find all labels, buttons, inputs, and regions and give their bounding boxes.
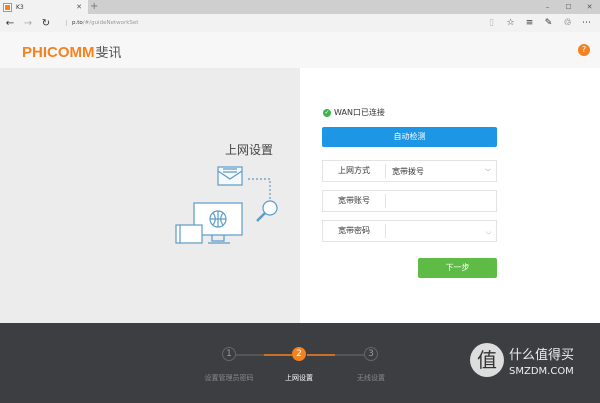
share-icon[interactable]: ♲ [558, 18, 577, 28]
chevron-down-icon: ﹀ [484, 168, 491, 176]
hub-icon[interactable]: ≡ [520, 18, 539, 28]
step-connector-active [264, 354, 292, 356]
new-tab-button[interactable]: + [90, 1, 98, 12]
check-circle-icon: ✓ [323, 108, 331, 117]
wan-status: ✓ WAN口已连接 [323, 107, 385, 118]
page-header: PHICOMM斐讯 ? [0, 32, 600, 68]
field-label: 宽带账号 [323, 194, 386, 208]
illustration-panel: 上网设置 [0, 68, 300, 323]
more-icon[interactable]: ⋯ [577, 18, 596, 28]
phicomm-logo: PHICOMM斐讯 [22, 44, 122, 61]
tab-bar: K3 ✕ + – ☐ ✕ [0, 0, 600, 14]
next-step-button[interactable]: 下一步 [418, 258, 497, 278]
refresh-icon[interactable]: ↻ [38, 18, 54, 29]
address-bar: ← → ↻ p.to/#/guideNetworkSet ▯ ☆ ≡ ✎ ♲ ⋯ [0, 14, 600, 32]
watermark-en: SMZDM.COM [509, 365, 574, 377]
back-icon[interactable]: ← [2, 18, 18, 29]
tab-title: K3 [16, 3, 24, 11]
step-1-icon: 1 [222, 347, 236, 361]
minimize-button[interactable]: – [537, 0, 558, 14]
smzdm-watermark: 值什么值得买 SMZDM.COM [470, 343, 574, 377]
field-label: 宽带密码 [323, 224, 386, 238]
maximize-button[interactable]: ☐ [558, 0, 579, 14]
help-icon[interactable]: ? [578, 44, 590, 56]
wan-status-text: WAN口已连接 [334, 108, 385, 117]
section-title: 上网设置 [225, 143, 274, 157]
step-2-icon: 2 [292, 347, 306, 361]
account-field[interactable]: 宽带账号 [322, 190, 497, 212]
password-field[interactable]: 宽带密码 ◡ [322, 220, 497, 242]
close-window-button[interactable]: ✕ [579, 0, 600, 14]
step-3-icon: 3 [364, 347, 378, 361]
step-connector [335, 354, 365, 356]
network-illustration-icon [175, 166, 278, 244]
field-label: 上网方式 [323, 164, 386, 178]
browser-tab[interactable]: K3 ✕ [0, 0, 88, 14]
step-3-label: 无线设置 [357, 374, 385, 382]
step-footer: 1 2 3 设置管理员密码 上网设置 无线设置 值什么值得买 SMZDM.COM [0, 323, 600, 403]
favorite-star-icon[interactable]: ☆ [501, 18, 520, 28]
auto-detect-button[interactable]: 自动检测 [322, 127, 497, 147]
url-input[interactable]: p.to/#/guideNetworkSet [66, 20, 138, 26]
watermark-cn: 什么值得买 [509, 347, 575, 363]
step-connector-active [307, 354, 335, 356]
web-note-icon[interactable]: ✎ [539, 18, 558, 28]
favicon-icon [3, 2, 12, 12]
select-value: 宽带拨号 [392, 166, 424, 176]
connection-mode-select[interactable]: 上网方式 宽带拨号 ﹀ [322, 160, 497, 182]
forward-icon[interactable]: → [20, 18, 36, 29]
watermark-logo-icon: 值 [470, 343, 504, 377]
reading-view-icon[interactable]: ▯ [482, 18, 501, 28]
eye-toggle-icon[interactable]: ◡ [486, 228, 491, 235]
close-tab-icon[interactable]: ✕ [76, 3, 82, 11]
